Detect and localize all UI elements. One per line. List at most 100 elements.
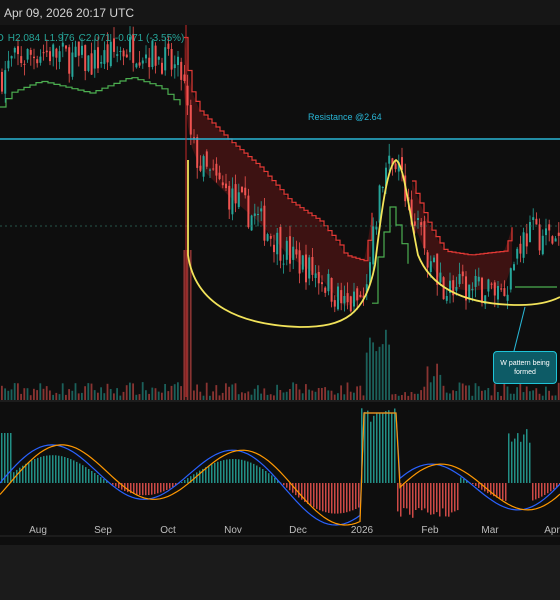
candle-body bbox=[231, 188, 234, 215]
macd-histogram-bar bbox=[523, 434, 525, 483]
volume-bar bbox=[417, 393, 419, 400]
chart-header: Apr 09, 2026 20:17 UTC bbox=[0, 0, 560, 26]
candle-body bbox=[157, 56, 160, 60]
candle-body bbox=[260, 208, 263, 212]
volume-bar bbox=[45, 386, 48, 400]
candle-body bbox=[186, 85, 189, 106]
volume-bar bbox=[545, 386, 547, 400]
volume-bar bbox=[81, 392, 83, 400]
volume-bar bbox=[500, 395, 502, 400]
candle-body bbox=[433, 257, 435, 262]
macd-histogram-bar bbox=[445, 483, 447, 517]
volume-bar bbox=[218, 395, 221, 400]
volume-bar bbox=[394, 394, 397, 400]
candle-body bbox=[20, 56, 23, 63]
macd-histogram-bar bbox=[196, 472, 198, 483]
macd-histogram-bar bbox=[148, 483, 150, 495]
volume-bar bbox=[426, 366, 429, 400]
candle-body bbox=[65, 45, 67, 49]
macd-histogram-bar bbox=[226, 459, 228, 483]
volume-bar bbox=[324, 387, 326, 400]
macd-histogram-bar bbox=[487, 483, 489, 494]
candle-body bbox=[538, 224, 541, 251]
volume-bar bbox=[301, 393, 304, 400]
candle-body bbox=[282, 263, 285, 265]
macd-histogram-bar bbox=[271, 475, 273, 483]
candle-body bbox=[535, 218, 538, 225]
macd-histogram-bar bbox=[388, 410, 390, 483]
volume-bar bbox=[257, 385, 259, 400]
macd-histogram-bar bbox=[289, 483, 291, 491]
candle-body bbox=[122, 50, 125, 57]
macd-histogram-bar bbox=[97, 475, 99, 483]
candle-body bbox=[26, 49, 29, 60]
volume-bar bbox=[349, 391, 352, 400]
volume-bar bbox=[452, 390, 454, 400]
macd-histogram-bar bbox=[514, 438, 516, 483]
macd-histogram-bar bbox=[310, 483, 312, 506]
volume-bar bbox=[420, 390, 422, 400]
volume-bar bbox=[279, 390, 282, 400]
volume-bar bbox=[449, 393, 451, 400]
volume-bar bbox=[468, 385, 470, 400]
macd-histogram-bar bbox=[145, 483, 147, 496]
volume-bar bbox=[506, 386, 509, 400]
macd-histogram-bar bbox=[37, 457, 39, 483]
candle-body bbox=[100, 62, 103, 64]
macd-histogram-bar bbox=[496, 483, 498, 498]
candle-body bbox=[164, 47, 167, 71]
macd-histogram-bar bbox=[511, 441, 513, 483]
candle-body bbox=[135, 63, 138, 68]
volume-bar bbox=[23, 388, 26, 400]
volume-bar bbox=[465, 385, 467, 400]
price-chart[interactable]: Resistance @2.64 Aug Sep Oct Nov Dec 2026 Feb M… bbox=[0, 25, 560, 545]
volume-bar bbox=[321, 388, 323, 400]
macd-histogram-bar bbox=[136, 483, 138, 495]
candle-body bbox=[394, 163, 397, 170]
candle-body bbox=[548, 224, 551, 231]
macd-histogram-bar bbox=[61, 456, 63, 483]
candle-body bbox=[253, 213, 256, 216]
volume-bar bbox=[90, 383, 93, 400]
volume-bar bbox=[71, 390, 74, 400]
macd-histogram-bar bbox=[286, 483, 288, 488]
macd-histogram-bar bbox=[550, 483, 552, 492]
volume-bar bbox=[461, 383, 464, 400]
x-axis-tick-label: Mar bbox=[481, 525, 499, 536]
candle-body bbox=[493, 282, 496, 296]
macd-histogram-bar bbox=[247, 461, 249, 483]
candle-body bbox=[554, 238, 557, 242]
macd-histogram-bar bbox=[376, 413, 378, 483]
macd-histogram-bar bbox=[418, 483, 420, 509]
volume-bar bbox=[503, 382, 506, 400]
candle-body bbox=[417, 218, 419, 220]
macd-histogram-bar bbox=[238, 459, 240, 483]
candle-body bbox=[145, 54, 147, 59]
candle-body bbox=[225, 183, 227, 189]
macd-histogram-bar bbox=[325, 483, 327, 513]
volume-bar bbox=[292, 382, 294, 400]
volume-bar bbox=[477, 386, 480, 400]
volume-bar bbox=[138, 394, 141, 400]
macd-histogram-bar bbox=[160, 483, 162, 493]
volume-bar bbox=[519, 382, 522, 400]
macd-histogram-bar bbox=[262, 469, 264, 483]
volume-bar bbox=[119, 395, 122, 400]
volume-bar bbox=[129, 382, 131, 400]
candle-body bbox=[481, 277, 483, 303]
candle-body bbox=[356, 288, 359, 301]
macd-histogram-bar bbox=[79, 463, 81, 483]
ohlc-item: L1.976 bbox=[44, 33, 75, 44]
volume-bar bbox=[180, 386, 182, 400]
macd-histogram-bar bbox=[103, 479, 105, 483]
volume-bar bbox=[199, 391, 202, 400]
macd-histogram-bar bbox=[199, 470, 201, 483]
volume-bar bbox=[52, 394, 54, 400]
candle-body bbox=[17, 46, 19, 55]
ohlc-item: H2.084 bbox=[8, 33, 41, 44]
macd-histogram-bar bbox=[55, 455, 57, 483]
volume-bar bbox=[145, 390, 147, 400]
volume-bar bbox=[538, 393, 541, 400]
macd-histogram-bar bbox=[352, 483, 354, 511]
volume-bar bbox=[285, 391, 288, 400]
